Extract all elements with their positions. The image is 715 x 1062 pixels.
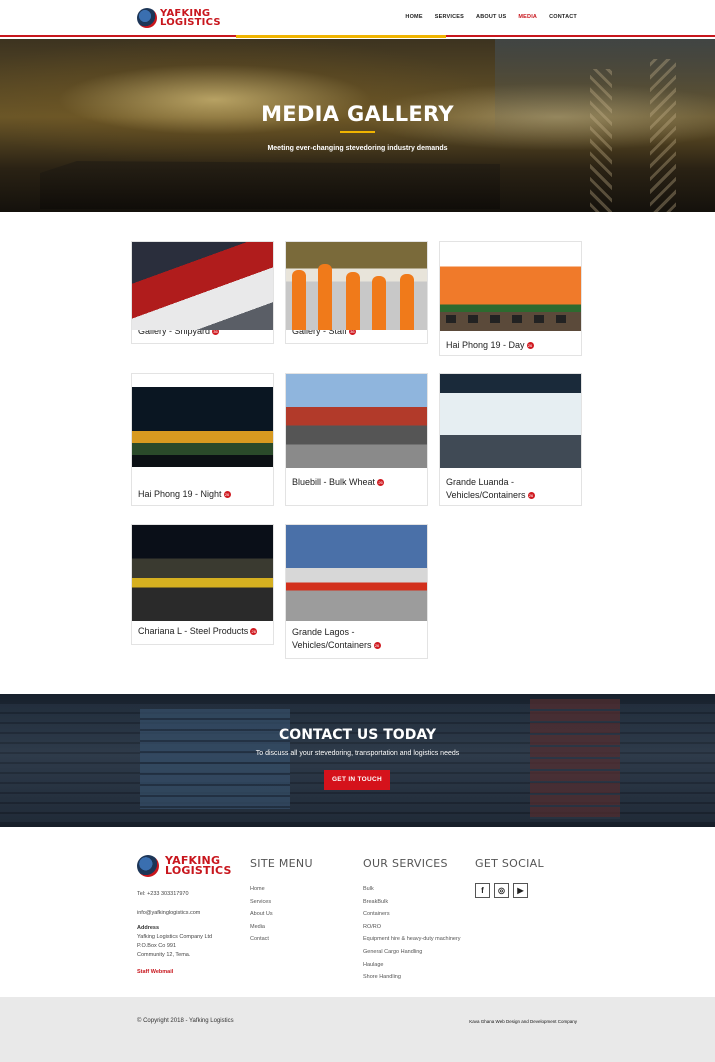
service-link[interactable]: RO/RO: [363, 924, 461, 937]
contact-title: CONTACT US TODAY: [279, 727, 436, 743]
gallery-caption: Bluebill - Bulk Wheat: [292, 477, 376, 487]
logo-line-2: LOGISTICS: [165, 864, 232, 877]
service-link[interactable]: Shore Handling: [363, 974, 461, 987]
gallery-caption: Hai Phong 19 - Day: [446, 340, 525, 350]
footer-link-home[interactable]: Home: [250, 886, 273, 899]
nav-media[interactable]: MEDIA: [518, 14, 537, 20]
footer-link-media[interactable]: Media: [250, 924, 273, 937]
social-heading: GET SOCIAL: [475, 857, 544, 870]
services-list: Bulk BreakBulk Containers RO/RO Equipmen…: [363, 886, 461, 987]
gallery-caption: Grande Luanda - Vehicles/Containers: [446, 477, 526, 500]
staff-webmail-link[interactable]: Staff Webmail: [137, 968, 173, 977]
gallery-card[interactable]: Gallery - Staff 36: [285, 241, 428, 344]
instagram-icon[interactable]: ◎: [494, 883, 509, 898]
main-nav: HOME SERVICES ABOUT US MEDIA CONTACT: [405, 14, 577, 20]
nav-about[interactable]: ABOUT US: [476, 14, 506, 20]
address-line: Yafking Logistics Company Ltd: [137, 934, 213, 940]
site-menu-heading: SITE MENU: [250, 857, 313, 870]
gallery-caption: Grande Lagos - Vehicles/Containers: [292, 627, 372, 650]
footer-link-about[interactable]: About Us: [250, 911, 273, 924]
count-badge: 26: [250, 628, 258, 636]
logo-globe-icon: [137, 855, 159, 877]
gallery-card[interactable]: Hai Phong 19 - Night 26: [131, 373, 274, 506]
gallery-image[interactable]: [286, 242, 427, 330]
gallery-card[interactable]: Hai Phong 19 - Day 26: [439, 241, 582, 356]
contact-banner: CONTACT US TODAY To discuss all your ste…: [0, 694, 715, 827]
header-accent-bar: [236, 35, 446, 38]
logo[interactable]: YAFKING LOGISTICS: [137, 8, 221, 28]
ship-silhouette: [40, 161, 500, 209]
site-header: YAFKING LOGISTICS HOME SERVICES ABOUT US…: [0, 0, 715, 37]
address-label: Address: [137, 925, 160, 931]
footer-bottom-bar: © Copyright 2018 - Yafking Logistics Kav…: [0, 997, 715, 1062]
gallery-card[interactable]: Chariana L - Steel Products 26: [131, 524, 274, 645]
page-subtitle: Meeting ever-changing stevedoring indust…: [267, 145, 448, 152]
social-links: f ◎ ▶: [475, 883, 528, 898]
gallery-image[interactable]: [286, 374, 427, 468]
site-footer: YAFKING LOGISTICS Tel: +233 303317970 in…: [0, 827, 715, 997]
gallery-image[interactable]: [286, 525, 427, 621]
youtube-icon[interactable]: ▶: [513, 883, 528, 898]
nav-home[interactable]: HOME: [405, 14, 422, 20]
title-underline: [340, 131, 375, 133]
contact-subtitle: To discuss all your stevedoring, transpo…: [255, 750, 460, 757]
service-link[interactable]: Bulk: [363, 886, 461, 899]
site-menu-list: Home Services About Us Media Contact: [250, 886, 273, 949]
nav-services[interactable]: SERVICES: [435, 14, 464, 20]
logo-globe-icon: [137, 8, 157, 28]
facebook-icon[interactable]: f: [475, 883, 490, 898]
gallery-card[interactable]: Bluebill - Bulk Wheat 26: [285, 373, 428, 506]
copyright: © Copyright 2018 - Yafking Logistics: [137, 1018, 234, 1024]
page-title: MEDIA GALLERY: [261, 102, 454, 126]
gallery-image[interactable]: [132, 525, 273, 621]
gallery-card[interactable]: Grande Luanda - Vehicles/Containers 26: [439, 373, 582, 506]
count-badge: 26: [526, 342, 534, 350]
address-line: P.O.Box Co 991: [137, 943, 177, 949]
gallery-image[interactable]: [132, 242, 273, 330]
services-heading: OUR SERVICES: [363, 857, 448, 870]
service-link[interactable]: Haulage: [363, 962, 461, 975]
service-link[interactable]: General Cargo Handling: [363, 949, 461, 962]
footer-link-contact[interactable]: Contact: [250, 936, 273, 949]
gallery-image[interactable]: [440, 255, 581, 331]
address-line: Community 12, Tema.: [137, 952, 191, 958]
hero-banner: MEDIA GALLERY Meeting ever-changing stev…: [0, 39, 715, 212]
gallery-caption: Hai Phong 19 - Night: [138, 489, 222, 499]
footer-phone: Tel: +233 303317970: [137, 891, 189, 897]
service-link[interactable]: Equipment hire & heavy-duty machinery: [363, 936, 461, 949]
count-badge: 26: [373, 642, 381, 650]
gallery-card[interactable]: Gallery - Shipyard 36: [131, 241, 274, 344]
service-link[interactable]: BreakBulk: [363, 899, 461, 912]
count-badge: 26: [527, 492, 535, 500]
nav-contact[interactable]: CONTACT: [549, 14, 577, 20]
gallery-image[interactable]: [440, 374, 581, 468]
count-badge: 26: [377, 479, 385, 487]
developer-credit[interactable]: Kava Ghana Web Design and Development Co…: [469, 1019, 577, 1024]
get-in-touch-button[interactable]: GET IN TOUCH: [324, 770, 390, 790]
crane-silhouette: [590, 69, 612, 212]
gallery-card[interactable]: Grande Lagos - Vehicles/Containers 26: [285, 524, 428, 659]
count-badge: 26: [223, 491, 231, 499]
footer-logo[interactable]: YAFKING LOGISTICS: [137, 855, 232, 877]
gallery-image[interactable]: [132, 387, 273, 467]
service-link[interactable]: Containers: [363, 911, 461, 924]
footer-link-services[interactable]: Services: [250, 899, 273, 912]
gallery-caption: Chariana L - Steel Products: [138, 626, 249, 636]
footer-email[interactable]: info@yafkinglogistics.com: [137, 909, 200, 918]
logo-line-2: LOGISTICS: [160, 17, 221, 28]
crane-silhouette: [650, 59, 676, 212]
